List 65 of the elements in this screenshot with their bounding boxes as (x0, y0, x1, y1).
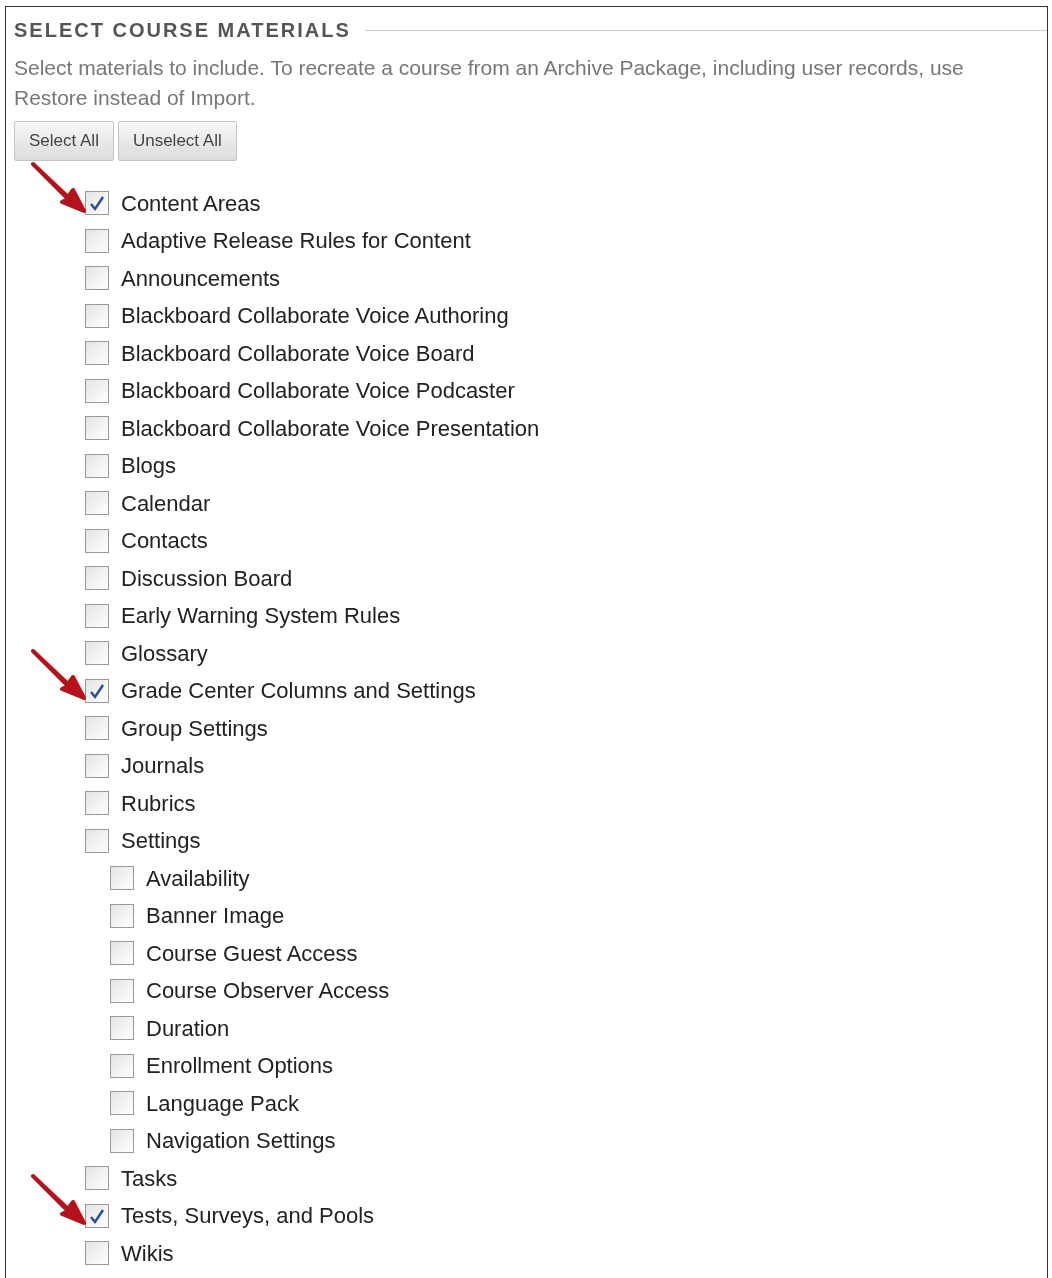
checkbox[interactable] (85, 453, 109, 478)
checkbox-label[interactable]: Group Settings (121, 711, 268, 745)
checkbox-label[interactable]: Discussion Board (121, 561, 293, 595)
checkbox[interactable] (110, 903, 134, 928)
checkbox-label[interactable]: Rubrics (121, 786, 196, 820)
checkbox-label[interactable]: Grade Center Columns and Settings (121, 674, 476, 708)
checkbox[interactable] (110, 1053, 134, 1078)
checkbox[interactable] (85, 1166, 109, 1191)
checkbox-label[interactable]: Language Pack (146, 1086, 299, 1120)
checkbox[interactable] (85, 828, 109, 853)
checkbox[interactable] (85, 528, 109, 553)
checkbox-label[interactable]: Course Observer Access (146, 974, 390, 1008)
checkbox-label[interactable]: Journals (121, 749, 205, 783)
checkbox-label[interactable]: Adaptive Release Rules for Content (121, 224, 471, 258)
checkbox[interactable] (85, 191, 109, 216)
checkbox[interactable] (85, 641, 109, 666)
checkbox-label[interactable]: Settings (121, 824, 201, 858)
checkbox[interactable] (85, 378, 109, 403)
description: Select materials to include. To recreate a course from an Archive Package, including user records, use Restore instead of Import. (14, 55, 965, 111)
checkbox-label[interactable]: Duration (146, 1011, 230, 1045)
check-icon (89, 1207, 105, 1224)
checkbox[interactable] (85, 1203, 109, 1228)
checkbox-label[interactable]: Blackboard Collaborate Voice Presentation (121, 411, 540, 445)
checkbox-label[interactable]: Blackboard Collaborate Voice Board (121, 336, 475, 370)
checkbox[interactable] (85, 603, 109, 628)
check-icon (89, 682, 105, 699)
checkbox[interactable] (85, 491, 109, 516)
checkbox[interactable] (85, 753, 109, 778)
checkbox[interactable] (110, 866, 134, 891)
checkbox[interactable] (85, 416, 109, 441)
checkbox[interactable] (85, 228, 109, 253)
checkbox[interactable] (85, 716, 109, 741)
checkbox-label[interactable]: Blogs (121, 449, 177, 483)
checkbox[interactable] (85, 303, 109, 328)
checkbox[interactable] (85, 1241, 109, 1266)
checkbox-label[interactable]: Tests, Surveys, and Pools (121, 1199, 375, 1233)
checkbox-label[interactable]: Tasks (121, 1161, 178, 1195)
checkbox[interactable] (85, 266, 109, 291)
checkbox[interactable] (110, 978, 134, 1003)
checkbox[interactable] (110, 1091, 134, 1116)
checkbox-label[interactable]: Announcements (121, 261, 280, 295)
checkbox[interactable] (110, 941, 134, 966)
checkbox-label[interactable]: Glossary (121, 636, 208, 670)
section-title: SELECT COURSE MATERIALS (14, 18, 351, 43)
checkbox-label[interactable]: Banner Image (146, 899, 285, 933)
checkbox-label[interactable]: Navigation Settings (146, 1124, 336, 1158)
checkbox[interactable] (110, 1016, 134, 1041)
checkbox[interactable] (85, 566, 109, 591)
checkbox-label[interactable]: Blackboard Collaborate Voice Podcaster (121, 374, 515, 408)
checkbox[interactable] (110, 1128, 134, 1153)
checkbox-label[interactable]: Content Areas (121, 186, 261, 220)
checkbox[interactable] (85, 791, 109, 816)
checkbox[interactable] (85, 341, 109, 366)
checkbox-label[interactable]: Enrollment Options (146, 1049, 334, 1083)
checkbox-label[interactable]: Availability (146, 861, 250, 895)
checkbox-label[interactable]: Wikis (121, 1236, 174, 1270)
unselect-all-button[interactable]: Unselect All (117, 121, 237, 161)
checkbox-label[interactable]: Early Warning System Rules (121, 599, 401, 633)
checkbox-label[interactable]: Contacts (121, 524, 208, 558)
check-icon (89, 195, 105, 212)
checkbox-label[interactable]: Calendar (121, 486, 211, 520)
checkbox-label[interactable]: Course Guest Access (146, 936, 358, 970)
select-all-button[interactable]: Select All (14, 121, 114, 161)
checkbox-label[interactable]: Blackboard Collaborate Voice Authoring (121, 299, 509, 333)
checkbox[interactable] (85, 678, 109, 703)
